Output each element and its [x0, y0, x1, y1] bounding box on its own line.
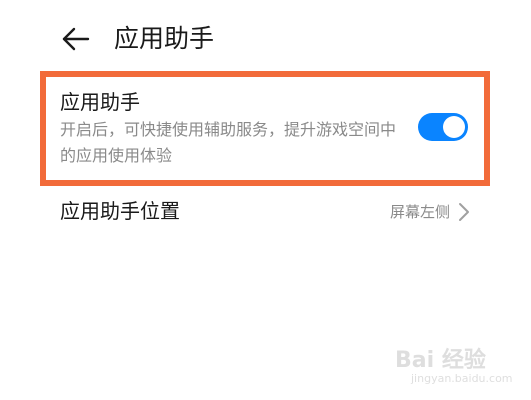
chevron-right-icon: [459, 203, 469, 221]
app-assistant-position-value: 屏幕左侧: [389, 203, 450, 221]
app-assistant-setting-row: 应用助手 开启后，可快捷使用辅助服务，提升游戏空间中的应用使用体验: [46, 77, 484, 180]
toggle-knob: [443, 116, 465, 138]
page-title: 应用助手: [114, 24, 215, 53]
watermark-url: jingyan.baidu.com: [411, 372, 513, 385]
watermark-brand: Bai 经验: [395, 348, 486, 373]
arrow-left-icon[interactable]: [58, 22, 92, 56]
app-assistant-title: 应用助手: [60, 90, 140, 114]
header: 应用助手: [0, 0, 531, 80]
app-assistant-position-title: 应用助手位置: [60, 199, 180, 223]
baidu-jingyan-watermark: Bai 经验 jingyan.baidu.com: [391, 342, 521, 392]
app-assistant-toggle[interactable]: [418, 113, 468, 141]
app-assistant-description: 开启后，可快捷使用辅助服务，提升游戏空间中的应用使用体验: [60, 120, 397, 165]
app-assistant-position-row[interactable]: 应用助手位置 屏幕左侧: [46, 190, 476, 234]
